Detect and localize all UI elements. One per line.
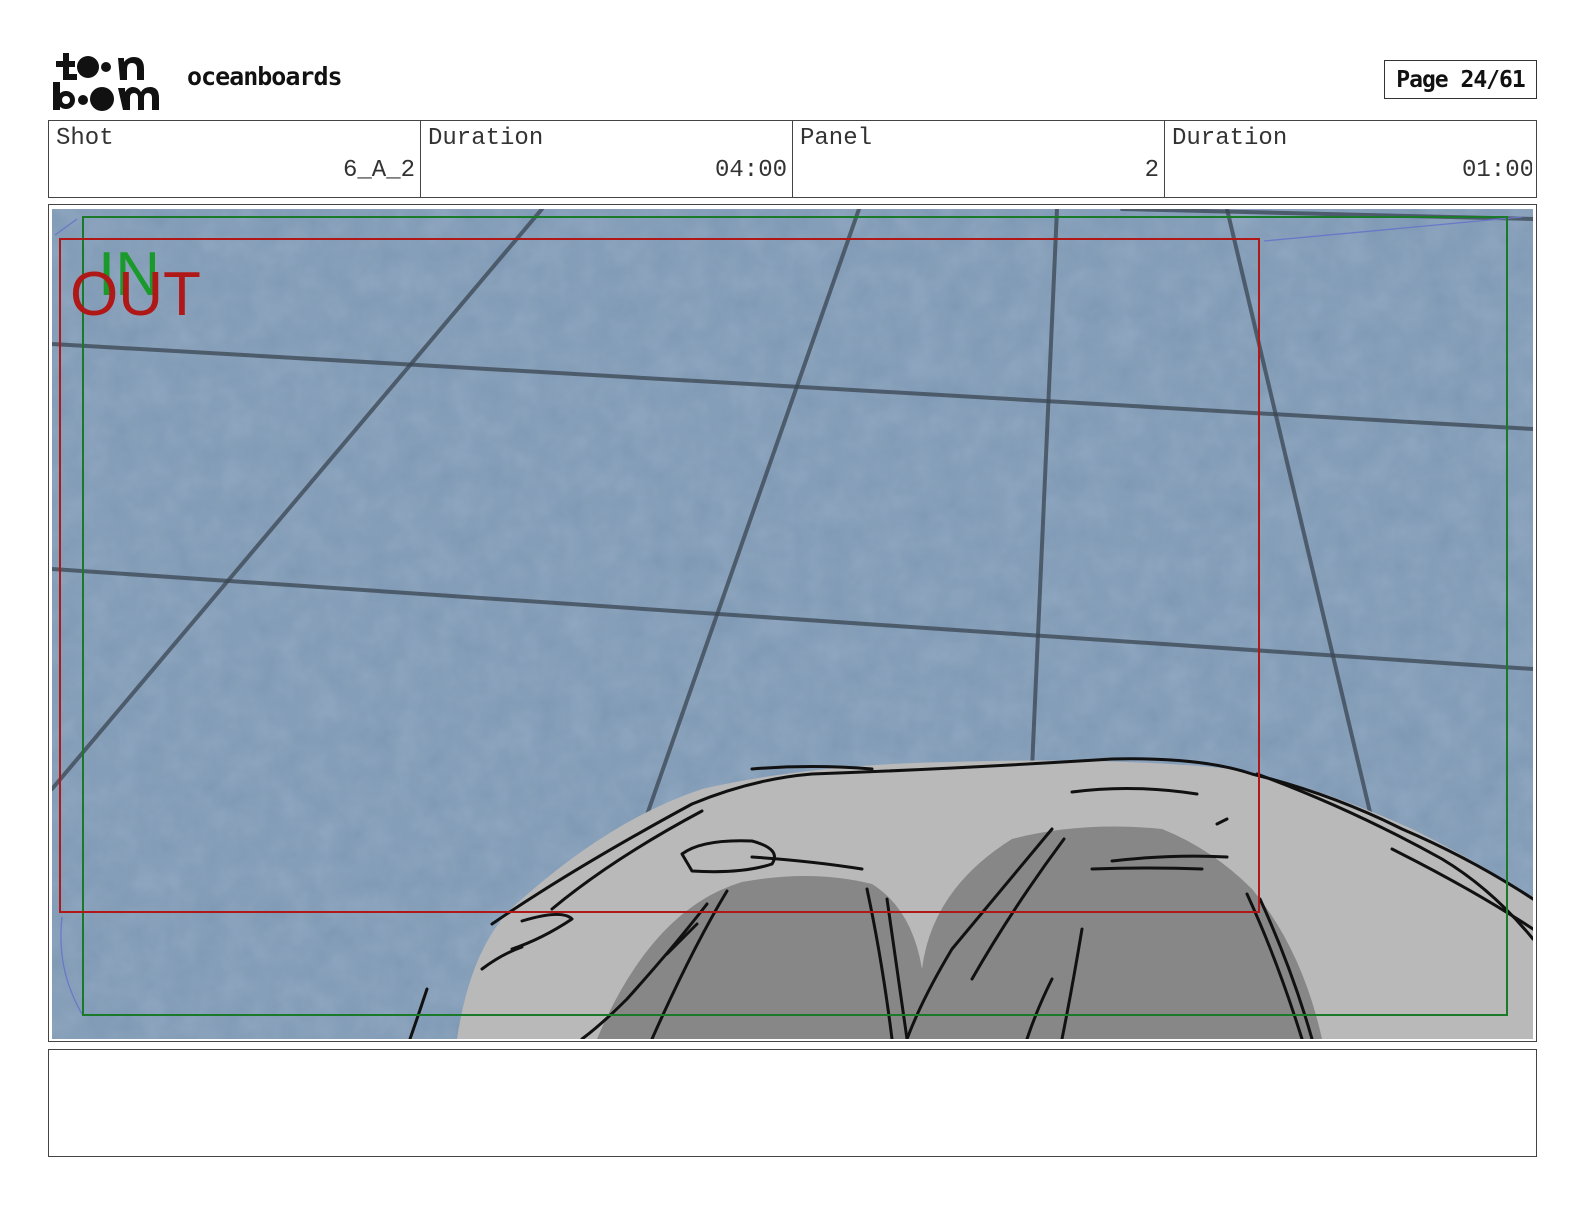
panel-label: Panel	[800, 125, 873, 152]
panel-value: 2	[1144, 157, 1159, 184]
shot-duration-value: 04:00	[714, 157, 787, 184]
toon-boom-logo-icon	[53, 53, 159, 111]
shot-value: 6_A_2	[342, 157, 415, 184]
page-indicator: Page 24/61	[1384, 60, 1537, 99]
panel-cell: Panel 2	[793, 121, 1165, 197]
panel-duration-cell: Duration 01:00	[1165, 121, 1536, 197]
toon-boom-logo	[50, 50, 166, 112]
caption-box	[48, 1049, 1537, 1157]
panel-duration-label: Duration	[1172, 125, 1288, 152]
panel-duration-value: 01:00	[1462, 157, 1532, 184]
project-name: oceanboards	[187, 62, 343, 91]
shot-cell: Shot 6_A_2	[49, 121, 421, 197]
storyboard-panel-image: IN OUT	[52, 209, 1533, 1039]
out-label: OUT	[70, 260, 201, 329]
shot-info-table: Shot 6_A_2 Duration 04:00 Panel 2 Durati…	[48, 120, 1537, 198]
shot-duration-cell: Duration 04:00	[421, 121, 793, 197]
storyboard-drawing: IN OUT	[52, 209, 1533, 1039]
shot-duration-label: Duration	[428, 125, 544, 152]
shot-label: Shot	[56, 125, 114, 152]
